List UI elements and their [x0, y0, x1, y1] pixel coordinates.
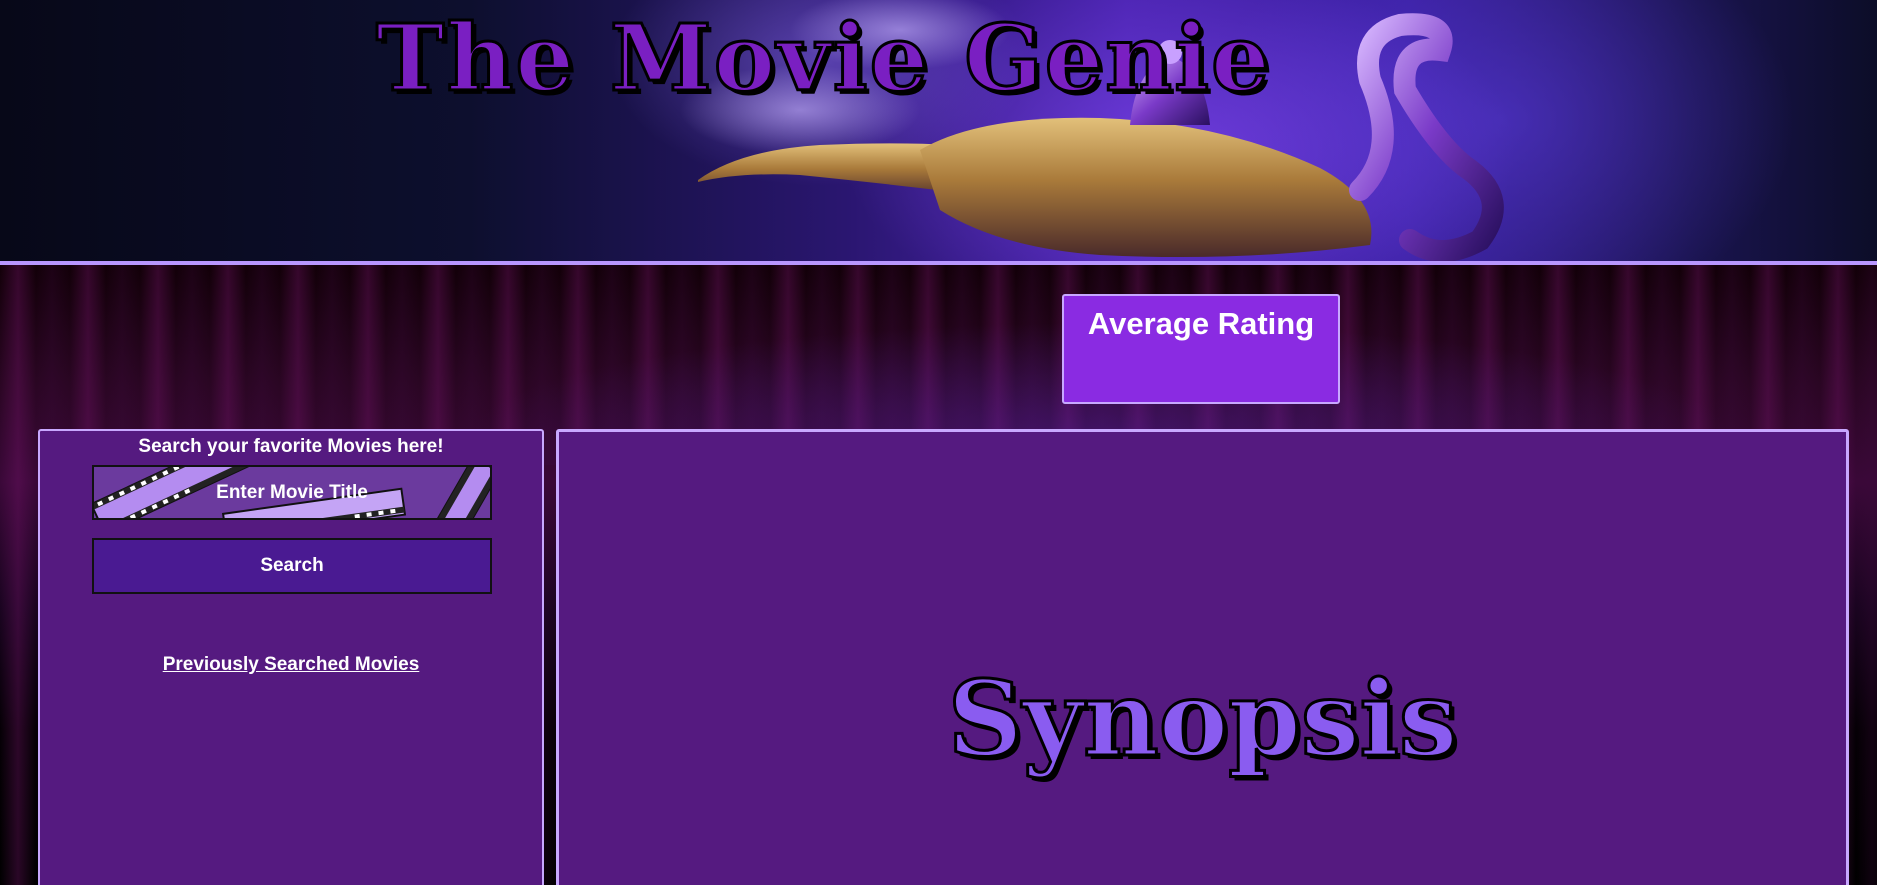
search-button[interactable]: Search	[92, 538, 492, 594]
page: The Movie Genie Average Rating Search yo…	[0, 0, 1877, 885]
movie-title-input[interactable]	[94, 467, 490, 518]
synopsis-panel: Synopsis	[556, 429, 1849, 885]
synopsis-title: Synopsis	[946, 657, 1459, 780]
search-heading: Search your favorite Movies here!	[138, 436, 444, 457]
average-rating-box: Average Rating	[1062, 294, 1340, 404]
header-banner: The Movie Genie	[0, 0, 1877, 262]
search-panel: Search your favorite Movies here! Enter …	[38, 429, 544, 885]
site-title: The Movie Genie	[375, 4, 1272, 112]
lamp-handle	[1349, 13, 1504, 262]
lamp-body	[920, 117, 1372, 258]
previously-searched-link[interactable]: Previously Searched Movies	[40, 654, 542, 676]
search-input-container	[92, 465, 492, 520]
average-rating-title: Average Rating	[1087, 306, 1315, 341]
